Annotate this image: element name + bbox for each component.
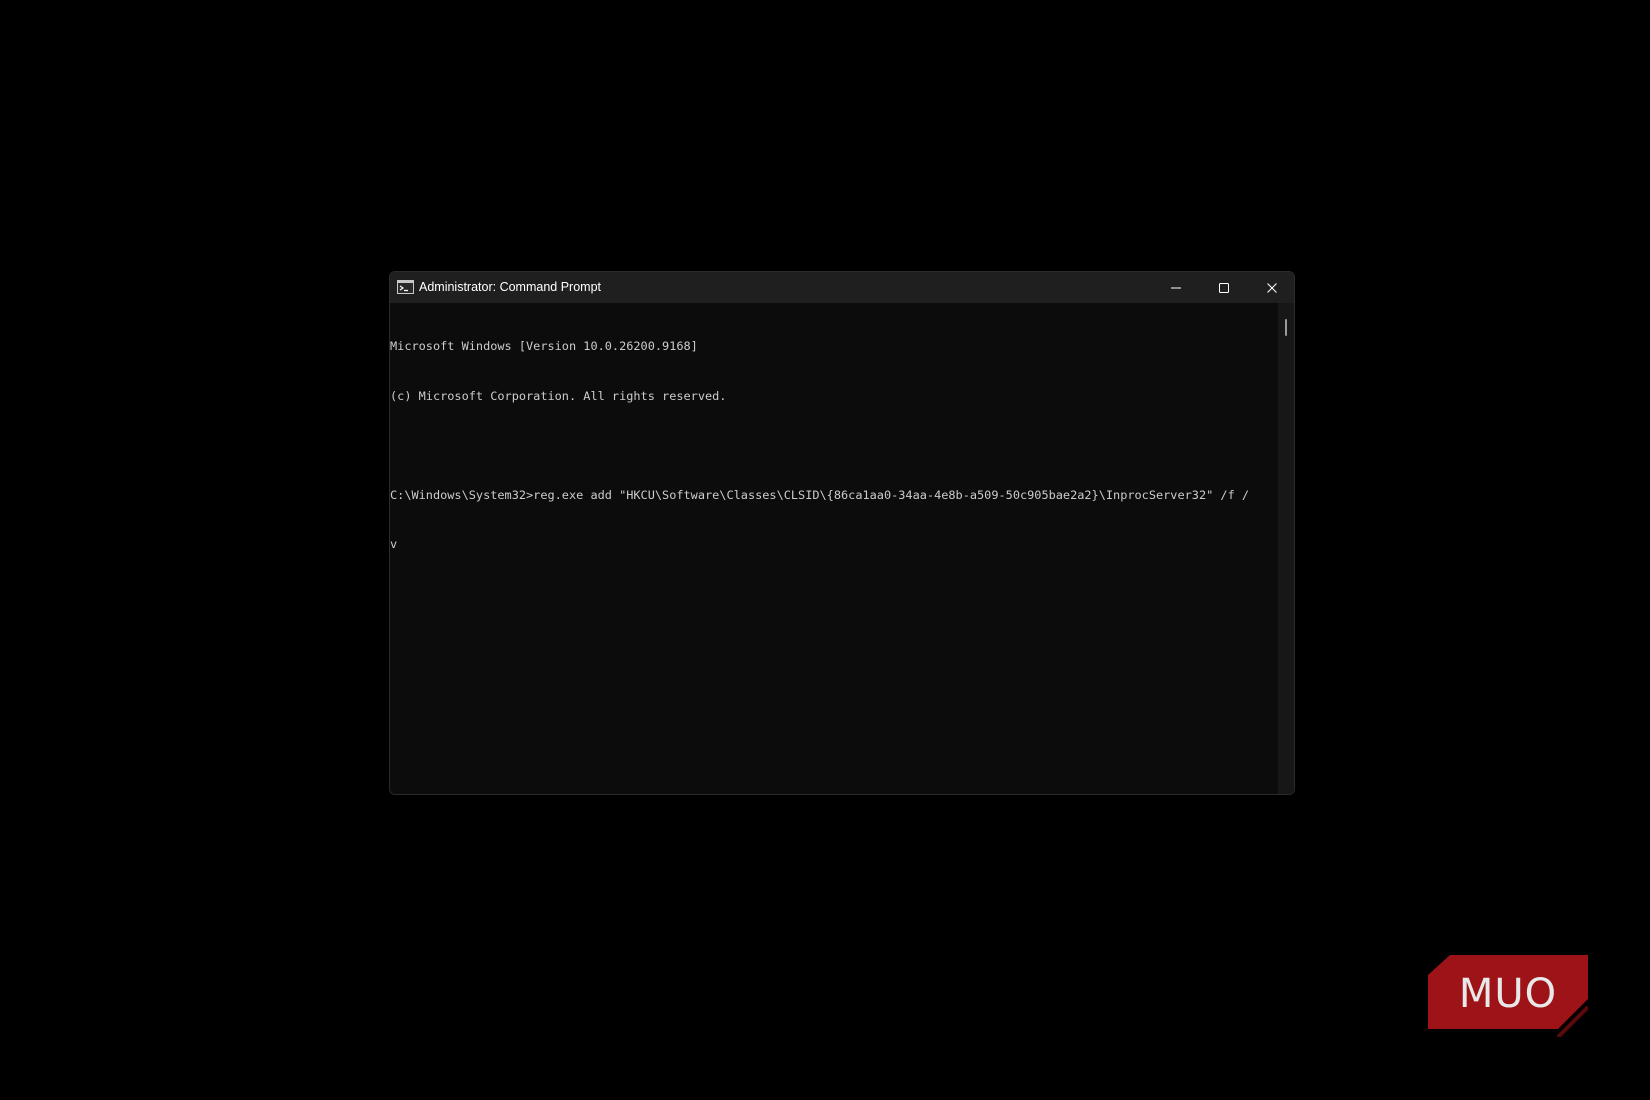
minimize-button[interactable] xyxy=(1152,272,1199,303)
logo-text: MUO xyxy=(1459,971,1557,1017)
close-icon xyxy=(1266,282,1277,293)
scrollbar-thumb[interactable] xyxy=(1285,319,1287,336)
close-button[interactable] xyxy=(1248,272,1294,303)
title-bar[interactable]: Administrator: Command Prompt xyxy=(390,272,1294,303)
command-prompt-window[interactable]: Administrator: Command Prompt Microsoft … xyxy=(389,271,1295,795)
muo-logo: MUO xyxy=(1428,955,1588,1037)
cmd-icon xyxy=(397,280,414,294)
console-line: v xyxy=(390,537,398,551)
console-line: (c) Microsoft Corporation. All rights re… xyxy=(390,388,727,403)
vertical-scrollbar[interactable] xyxy=(1278,303,1294,794)
window-title: Administrator: Command Prompt xyxy=(419,280,602,294)
console-line: C:\Windows\System32>reg.exe add "HKCU\So… xyxy=(390,487,1250,502)
console-output[interactable]: Microsoft Windows [Version 10.0.26200.91… xyxy=(390,303,1278,794)
maximize-icon xyxy=(1218,282,1229,293)
console-line: Microsoft Windows [Version 10.0.26200.91… xyxy=(390,339,698,353)
minimize-icon xyxy=(1170,287,1181,288)
maximize-button[interactable] xyxy=(1200,272,1247,303)
